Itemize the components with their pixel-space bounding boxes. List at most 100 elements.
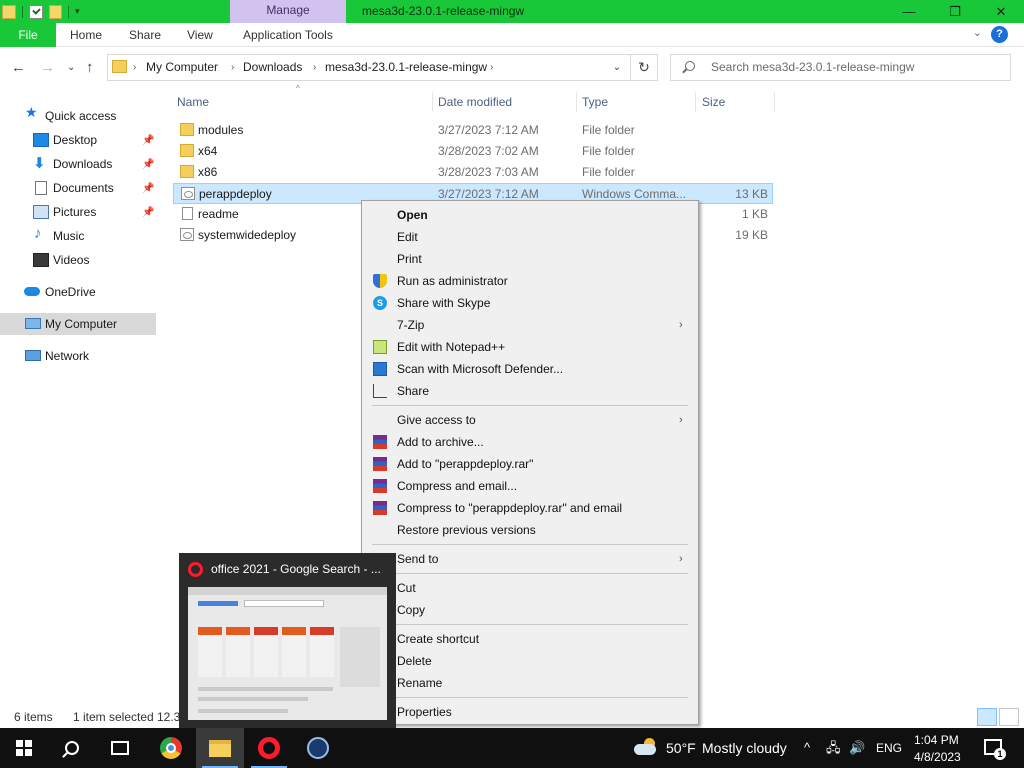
large-icons-view-button[interactable] xyxy=(999,708,1019,726)
task-view-button[interactable] xyxy=(96,728,144,768)
menu-item-edit[interactable]: Edit xyxy=(364,226,696,248)
column-header-type[interactable]: Type xyxy=(582,90,608,114)
column-divider[interactable] xyxy=(695,92,696,112)
input-language[interactable]: ENG xyxy=(876,728,902,768)
customize-toolbar-icon[interactable]: ▾ xyxy=(75,6,80,17)
sidebar-item-quick-access[interactable]: ★ Quick access xyxy=(0,104,156,127)
close-button[interactable]: ✕ xyxy=(978,0,1024,23)
weather-condition[interactable]: Mostly cloudy xyxy=(702,728,787,768)
menu-item-edit-with-notepadpp[interactable]: Edit with Notepad++ xyxy=(364,336,696,358)
new-folder-icon[interactable] xyxy=(49,4,62,19)
pin-icon[interactable]: 📌 xyxy=(142,159,154,170)
file-date: 3/28/2023 7:03 AM xyxy=(438,165,539,179)
menu-item-cut[interactable]: Cut xyxy=(364,577,696,599)
address-bar[interactable]: › My Computer › Downloads › mesa3d-23.0.… xyxy=(107,54,658,81)
menu-item-share[interactable]: Share xyxy=(364,380,696,402)
pin-icon[interactable]: 📌 xyxy=(142,183,154,194)
file-row-modules[interactable]: modules 3/27/2023 7:12 AM File folder xyxy=(173,120,773,141)
sidebar-item-documents[interactable]: Documents 📌 xyxy=(0,177,156,199)
tab-share[interactable]: Share xyxy=(129,23,161,47)
clock-date[interactable]: 4/8/2023 xyxy=(914,737,961,768)
taskbar-chrome[interactable] xyxy=(147,728,195,768)
menu-item-compress-and-email[interactable]: Compress and email... xyxy=(364,475,696,497)
search-input[interactable]: Search mesa3d-23.0.1-release-mingw xyxy=(711,55,914,80)
up-arrow-icon[interactable]: ↑ xyxy=(86,59,94,76)
column-header-date[interactable]: Date modified xyxy=(438,90,512,114)
menu-item-compress-to-rar-and-email[interactable]: Compress to "perappdeploy.rar" and email xyxy=(364,497,696,519)
file-row-x64[interactable]: x64 3/28/2023 7:02 AM File folder xyxy=(173,141,773,162)
menu-item-open[interactable]: Open xyxy=(364,204,696,226)
sidebar-item-network[interactable]: Network xyxy=(0,345,156,367)
manage-tab[interactable]: Manage xyxy=(230,0,346,23)
breadcrumb-separator[interactable]: › xyxy=(490,55,493,80)
menu-item-print[interactable]: Print xyxy=(364,248,696,270)
taskbar-steam[interactable] xyxy=(294,728,342,768)
menu-item-run-as-administrator[interactable]: Run as administrator xyxy=(364,270,696,292)
taskbar-opera[interactable] xyxy=(245,728,293,768)
sidebar-item-pictures[interactable]: Pictures 📌 xyxy=(0,201,156,223)
sidebar-item-my-computer[interactable]: My Computer xyxy=(0,313,156,335)
expand-ribbon-icon[interactable]: ⌄ xyxy=(973,26,982,39)
sidebar-item-desktop[interactable]: Desktop 📌 xyxy=(0,129,156,151)
start-button[interactable] xyxy=(0,728,48,768)
ribbon-tabs: File Home Share View Application Tools ⌄… xyxy=(0,23,1024,47)
maximize-button[interactable]: ❐ xyxy=(932,0,978,23)
help-icon[interactable]: ? xyxy=(991,26,1008,43)
text-file-icon xyxy=(182,207,193,220)
sidebar-item-onedrive[interactable]: OneDrive xyxy=(0,281,156,303)
column-header-name[interactable]: Name xyxy=(177,90,209,114)
volume-icon[interactable]: 🔊 xyxy=(849,728,865,768)
details-view-button[interactable] xyxy=(977,708,997,726)
breadcrumb-downloads[interactable]: Downloads xyxy=(243,55,302,80)
pin-icon[interactable]: 📌 xyxy=(142,135,154,146)
properties-icon[interactable] xyxy=(29,4,43,19)
breadcrumb-current-folder[interactable]: mesa3d-23.0.1-release-mingw xyxy=(325,55,487,80)
breadcrumb-separator[interactable]: › xyxy=(231,55,234,80)
sidebar-item-videos[interactable]: Videos xyxy=(0,249,156,271)
menu-item-copy[interactable]: Copy xyxy=(364,599,696,621)
menu-item-give-access-to[interactable]: Give access to › xyxy=(364,409,696,431)
menu-item-send-to[interactable]: Send to › xyxy=(364,548,696,570)
menu-item-add-to-archive[interactable]: Add to archive... xyxy=(364,431,696,453)
back-arrow-icon[interactable]: ← xyxy=(11,59,26,76)
file-name: perappdeploy xyxy=(199,187,272,201)
column-divider[interactable] xyxy=(432,92,433,112)
column-divider[interactable] xyxy=(576,92,577,112)
tab-file[interactable]: File xyxy=(0,23,56,47)
tab-application-tools[interactable]: Application Tools xyxy=(243,23,333,47)
network-icon[interactable]: 🖧 xyxy=(826,728,841,768)
tab-home[interactable]: Home xyxy=(70,23,102,47)
refresh-icon[interactable]: ↻ xyxy=(630,55,657,80)
tab-view[interactable]: View xyxy=(187,23,213,47)
preview-thumbnail[interactable] xyxy=(188,587,387,720)
menu-item-create-shortcut[interactable]: Create shortcut xyxy=(364,628,696,650)
menu-item-share-with-skype[interactable]: S Share with Skype xyxy=(364,292,696,314)
search-box[interactable]: Search mesa3d-23.0.1-release-mingw xyxy=(670,54,1011,81)
breadcrumb-separator[interactable]: › xyxy=(313,55,316,80)
sidebar-item-music[interactable]: ♪ Music xyxy=(0,225,156,247)
menu-item-properties[interactable]: Properties xyxy=(364,701,696,723)
search-button[interactable] xyxy=(48,728,96,768)
address-dropdown-icon[interactable]: ⌄ xyxy=(606,55,628,80)
menu-item-add-to-rar[interactable]: Add to "perappdeploy.rar" xyxy=(364,453,696,475)
menu-item-delete[interactable]: Delete xyxy=(364,650,696,672)
pin-icon[interactable]: 📌 xyxy=(142,207,154,218)
weather-temperature[interactable]: 50°F xyxy=(666,728,696,768)
column-header-size[interactable]: Size xyxy=(702,90,725,114)
weather-icon[interactable] xyxy=(634,738,658,756)
menu-item-7-zip[interactable]: 7-Zip › xyxy=(364,314,696,336)
recent-locations-icon[interactable]: ⌄ xyxy=(67,62,75,73)
breadcrumb-my-computer[interactable]: My Computer xyxy=(146,55,218,80)
file-row-x86[interactable]: x86 3/28/2023 7:03 AM File folder xyxy=(173,162,773,183)
forward-arrow-icon[interactable]: → xyxy=(40,59,55,76)
minimize-button[interactable]: — xyxy=(886,0,932,23)
sidebar-item-downloads[interactable]: ⬇ Downloads 📌 xyxy=(0,153,156,175)
menu-item-restore-previous-versions[interactable]: Restore previous versions xyxy=(364,519,696,541)
breadcrumb-separator[interactable]: › xyxy=(133,55,136,80)
taskbar-thumbnail-preview[interactable]: office 2021 - Google Search - ... xyxy=(179,553,396,729)
menu-item-rename[interactable]: Rename xyxy=(364,672,696,694)
taskbar-file-explorer[interactable] xyxy=(196,728,244,768)
column-divider[interactable] xyxy=(774,92,775,112)
show-hidden-icons-button[interactable]: ^ xyxy=(804,728,810,768)
menu-item-scan-with-defender[interactable]: Scan with Microsoft Defender... xyxy=(364,358,696,380)
